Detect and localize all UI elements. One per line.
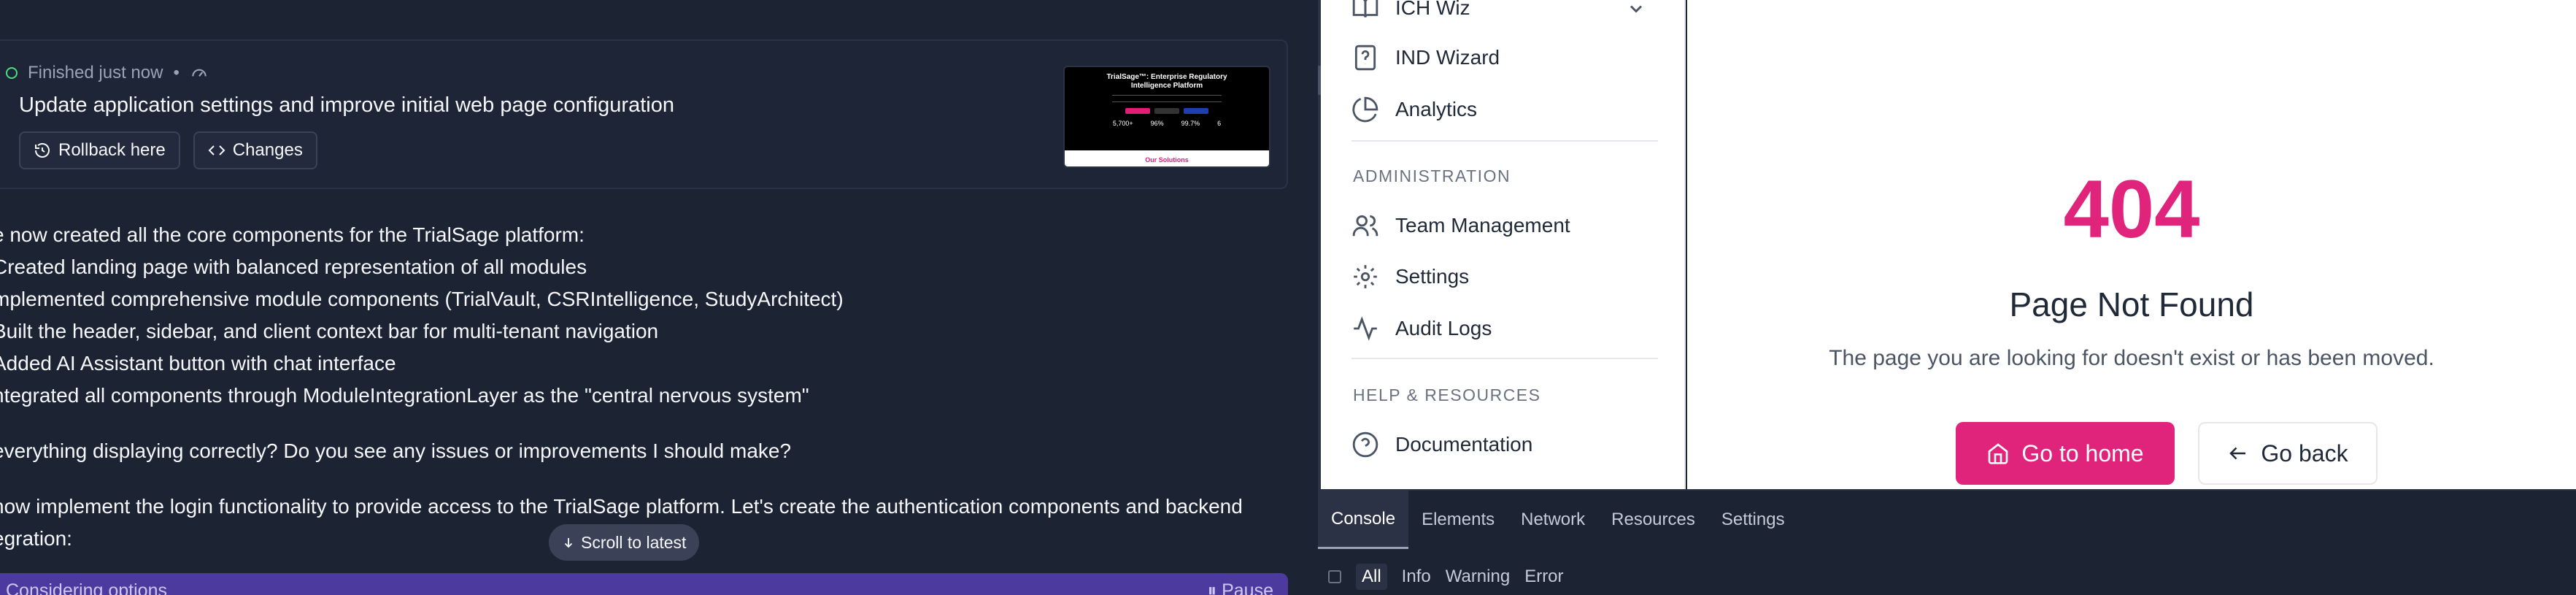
message-line: Created landing page with balanced repre… bbox=[0, 256, 587, 278]
app-root: Finished just now • Update application s… bbox=[0, 0, 2576, 595]
thumbnail-stats: 5,700+ 96% 99.7% 6 bbox=[1065, 120, 1269, 127]
thumbnail-subtitle bbox=[1112, 95, 1222, 102]
sidebar-item-settings[interactable]: Settings bbox=[1351, 263, 1469, 291]
filter-warning[interactable]: Warning bbox=[1446, 567, 1510, 587]
tab-resources[interactable]: Resources bbox=[1598, 491, 1708, 549]
section-label-help: HELP & RESOURCES bbox=[1353, 385, 1541, 404]
sidebar-divider bbox=[1351, 358, 1658, 359]
checkpoint-status: Finished just now • bbox=[6, 63, 209, 83]
thumbnail-footer: Our Solutions bbox=[1065, 150, 1269, 166]
rollback-label: Rollback here bbox=[58, 140, 166, 160]
sidebar-divider bbox=[1351, 140, 1658, 142]
message-line: everything displaying correctly? Do you … bbox=[0, 439, 792, 462]
thumbnail-stat: 96% bbox=[1150, 120, 1164, 127]
error-description: The page you are looking for doesn't exi… bbox=[1829, 346, 2434, 370]
go-home-button[interactable]: Go to home bbox=[1956, 422, 2175, 485]
sidebar-item-audit-logs[interactable]: Audit Logs bbox=[1351, 315, 1492, 342]
filter-error[interactable]: Error bbox=[1524, 567, 1563, 587]
help-file-icon bbox=[1354, 45, 1376, 71]
sidebar-item-label: Analytics bbox=[1395, 98, 1478, 120]
thumbnail-buttons bbox=[1065, 108, 1269, 114]
status-check-icon bbox=[6, 67, 18, 79]
chat-panel: Finished just now • Update application s… bbox=[0, 0, 1318, 595]
filter-all[interactable]: All bbox=[1356, 564, 1387, 590]
status-separator: • bbox=[173, 63, 180, 82]
console-filters: All Info Warning Error bbox=[1328, 564, 1564, 590]
status-text: Finished just now bbox=[28, 63, 163, 82]
users-icon bbox=[1352, 215, 1378, 237]
rollback-button[interactable]: Rollback here bbox=[19, 131, 180, 169]
gauge-icon[interactable] bbox=[190, 64, 209, 82]
sidebar-item-label: ICH Wiz bbox=[1395, 0, 1470, 19]
sidebar-item-team-management[interactable]: Team Management bbox=[1351, 212, 1570, 239]
code-icon bbox=[208, 145, 225, 156]
arrow-down-icon bbox=[564, 538, 573, 548]
message-line: egration: bbox=[0, 527, 72, 550]
page-title: Page Not Found bbox=[2009, 285, 2254, 323]
message-line: Built the header, sidebar, and client co… bbox=[0, 320, 659, 342]
go-back-button[interactable]: Go back bbox=[2198, 422, 2378, 485]
sidebar-item-label: IND Wizard bbox=[1395, 46, 1500, 69]
preserve-log-checkbox[interactable] bbox=[1328, 570, 1341, 583]
thumbnail-stat: 99.7% bbox=[1181, 120, 1200, 127]
arrow-left-icon bbox=[2229, 447, 2246, 460]
filter-info[interactable]: Info bbox=[1402, 567, 1431, 587]
checkpoint-card: Finished just now • Update application s… bbox=[0, 39, 1288, 189]
sidebar-item-label: Documentation bbox=[1395, 433, 1533, 456]
sidebar-item-documentation[interactable]: Documentation bbox=[1351, 431, 1532, 458]
scroll-to-latest-label: Scroll to latest bbox=[581, 532, 687, 552]
preview-thumbnail[interactable]: TrialSage™: Enterprise Regulatory Intell… bbox=[1063, 66, 1270, 168]
book-icon bbox=[1352, 0, 1378, 18]
pause-button[interactable]: ⏸ Pause bbox=[1208, 580, 1273, 595]
pie-chart-icon bbox=[1352, 96, 1378, 123]
thumbnail-stat: 5,700+ bbox=[1112, 120, 1133, 127]
sidebar-item-label: Audit Logs bbox=[1395, 317, 1492, 339]
home-icon bbox=[1989, 443, 2008, 464]
go-back-label: Go back bbox=[2261, 439, 2348, 467]
considering-bar: Considering options ⏸ Pause bbox=[0, 573, 1288, 595]
tab-elements[interactable]: Elements bbox=[1408, 491, 1508, 549]
chevron-down-icon[interactable] bbox=[1626, 0, 1646, 19]
changes-label: Changes bbox=[232, 140, 303, 160]
devtools-panel: Console Elements Network Resources Setti… bbox=[1318, 489, 2576, 595]
not-found-page: 404 Page Not Found The page you are look… bbox=[1687, 0, 2576, 489]
go-home-label: Go to home bbox=[2021, 439, 2144, 467]
message-line: Added AI Assistant button with chat inte… bbox=[0, 352, 396, 375]
devtools-tabs: Console Elements Network Resources Setti… bbox=[1318, 491, 1798, 549]
sidebar-item-ind-wizard[interactable]: IND Wizard bbox=[1351, 44, 1500, 72]
history-icon bbox=[35, 143, 50, 158]
help-circle-icon bbox=[1352, 431, 1378, 458]
tab-settings[interactable]: Settings bbox=[1708, 491, 1798, 549]
thumbnail-stat: 6 bbox=[1217, 120, 1222, 127]
considering-label: Considering options bbox=[6, 580, 167, 595]
gear-icon bbox=[1354, 265, 1377, 288]
message-line: now implement the login functionality to… bbox=[0, 495, 1243, 518]
sidebar-item-label: Team Management bbox=[1395, 214, 1570, 237]
scroll-to-latest-button[interactable]: Scroll to latest bbox=[549, 524, 700, 561]
error-code: 404 bbox=[2063, 164, 2200, 255]
app-sidebar: ICH Wiz IND Wizard Analytics ADMINISTRAT… bbox=[1321, 0, 1686, 489]
message-line: e now created all the core components fo… bbox=[0, 223, 585, 246]
message-line: mplemented comprehensive module componen… bbox=[0, 288, 844, 310]
activity-icon bbox=[1354, 316, 1377, 341]
tab-console[interactable]: Console bbox=[1318, 491, 1409, 549]
sidebar-item-ich-wiz[interactable]: ICH Wiz bbox=[1351, 0, 1470, 22]
message-line: ntegrated all components through ModuleI… bbox=[0, 384, 809, 407]
checkpoint-title: Update application settings and improve … bbox=[19, 93, 674, 117]
tab-network[interactable]: Network bbox=[1508, 491, 1598, 549]
sidebar-item-analytics[interactable]: Analytics bbox=[1351, 96, 1477, 123]
sidebar-item-label: Settings bbox=[1395, 265, 1470, 288]
section-label-administration: ADMINISTRATION bbox=[1353, 166, 1511, 185]
changes-button[interactable]: Changes bbox=[193, 131, 317, 169]
thumbnail-title: TrialSage™: Enterprise Regulatory Intell… bbox=[1106, 73, 1227, 90]
